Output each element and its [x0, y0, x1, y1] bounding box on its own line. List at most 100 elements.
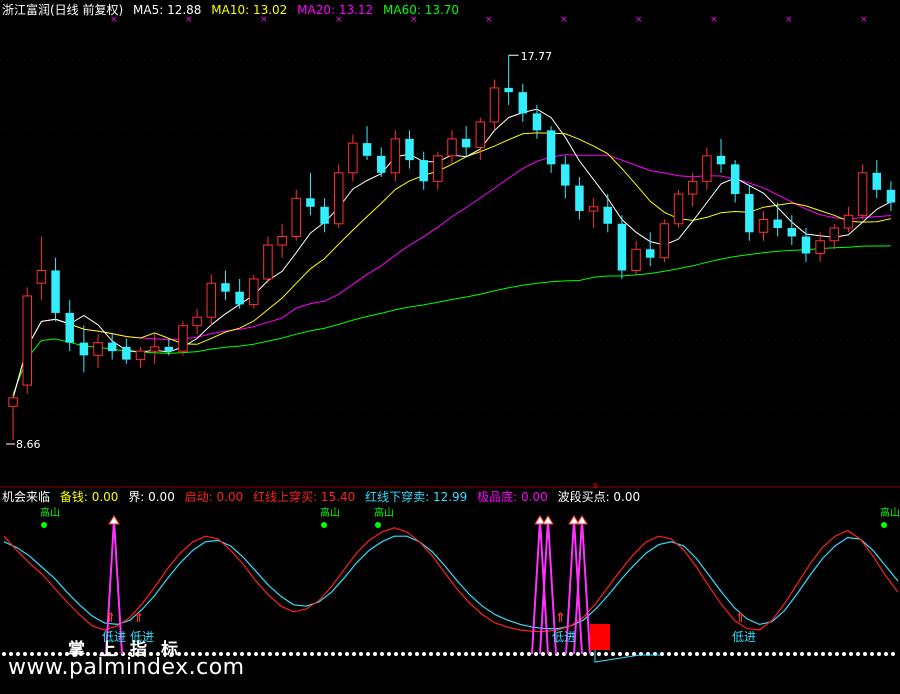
- candle: [376, 147, 386, 178]
- peak-label: 高山: [320, 506, 340, 519]
- peak-dot: [321, 522, 327, 528]
- baseline-dot: [373, 652, 377, 656]
- ma60-legend: MA60: 13.70: [383, 3, 460, 17]
- candle-body-down: [65, 312, 74, 343]
- chart-canvas: 17.778.66× × × × × × × × × × × 高山 高山 高山 高山⇑低进⇑低进⇑低进⇑低…: [0, 15, 900, 663]
- candle-body-down: [603, 206, 612, 224]
- baseline-dot: [800, 652, 804, 656]
- baseline-dot: [688, 652, 692, 656]
- high-price-label: 17.77: [521, 50, 553, 63]
- candle-body-down: [716, 155, 726, 165]
- candlestick-series: [8, 55, 896, 441]
- baseline-dot: [380, 652, 384, 656]
- candle-body-up: [135, 350, 146, 361]
- baseline-dot: [499, 652, 503, 656]
- candle: [475, 117, 486, 161]
- baseline-dot: [842, 652, 846, 656]
- peak-label: 高山: [374, 506, 394, 519]
- candle: [8, 393, 18, 441]
- candle: [79, 325, 89, 373]
- candle: [93, 334, 103, 369]
- baseline-dot: [674, 652, 678, 656]
- candle-body-up: [489, 87, 500, 123]
- candle-body-up: [433, 155, 443, 182]
- candle: [249, 274, 259, 309]
- baseline-dot: [583, 652, 587, 656]
- candle: [447, 130, 457, 165]
- candle-body-down: [532, 113, 542, 131]
- candle: [178, 321, 188, 356]
- candle-body-up: [829, 227, 840, 242]
- candle-body-down: [561, 164, 570, 186]
- baseline-dot: [457, 652, 461, 656]
- baseline-dot: [2, 652, 6, 656]
- ma10-legend: MA10: 13.02: [211, 3, 288, 17]
- baseline-dot: [772, 652, 776, 656]
- baseline-dot: [520, 652, 524, 656]
- candle-body-up: [588, 206, 599, 212]
- candle-body-down: [575, 185, 584, 212]
- signal-trace: [594, 650, 660, 663]
- baseline-dot: [387, 652, 391, 656]
- baseline-dot: [877, 652, 881, 656]
- grid-layer: [0, 59, 900, 488]
- candle-body-down: [730, 164, 740, 195]
- baseline-dot: [408, 652, 412, 656]
- candle-body-down: [617, 223, 627, 271]
- candle: [631, 240, 641, 275]
- baseline-dot: [471, 652, 475, 656]
- buy-arrow-icon: ⇑: [555, 611, 566, 626]
- baseline-dot: [814, 652, 818, 656]
- candle: [320, 198, 329, 233]
- top-marker-icon: ×: [710, 15, 718, 25]
- candle-body-up: [447, 138, 457, 157]
- top-marker-icon: ×: [560, 15, 568, 25]
- candle: [716, 138, 726, 173]
- baseline-dot: [534, 652, 538, 656]
- candle-body-down: [787, 228, 797, 237]
- watermark-url: www.palmindex.com: [8, 655, 245, 680]
- baseline-dot: [793, 652, 797, 656]
- candle-body-down: [546, 130, 556, 165]
- candle: [603, 194, 612, 233]
- candle: [206, 274, 217, 326]
- baseline-dot: [492, 652, 496, 656]
- candle: [801, 228, 811, 262]
- baseline-dot: [786, 652, 790, 656]
- candle: [773, 202, 782, 237]
- peak-dot: [881, 522, 887, 528]
- candle: [333, 164, 344, 229]
- candle: [745, 185, 754, 241]
- candle-body-up: [673, 193, 684, 225]
- candle-body-down: [405, 138, 414, 161]
- baseline-dot: [758, 652, 762, 656]
- baseline-dot: [478, 652, 482, 656]
- candle-body-up: [36, 269, 47, 284]
- baseline-dot: [464, 652, 468, 656]
- candle-body-down: [320, 206, 329, 224]
- price-labels: 17.778.66× × × × × × × × × × ×: [6, 15, 868, 451]
- baseline-dot: [401, 652, 405, 656]
- baseline-dot: [569, 652, 573, 656]
- candle-body-up: [815, 240, 825, 254]
- low-price-label: 8.66: [16, 438, 41, 451]
- boduan-legend: 波段买点: 0.00: [557, 490, 641, 504]
- candle: [419, 151, 428, 190]
- beiqian-legend: 备钱: 0.00: [59, 490, 119, 504]
- candle-body-down: [801, 236, 811, 254]
- baseline-dot: [807, 652, 811, 656]
- baseline-dot: [660, 652, 664, 656]
- baseline-dot: [702, 652, 706, 656]
- baseline-dot: [247, 652, 251, 656]
- candle-body-down: [107, 342, 117, 352]
- candle: [829, 223, 840, 250]
- candle-body-up: [659, 223, 670, 259]
- candle: [843, 206, 854, 233]
- candle-body-down: [886, 189, 896, 203]
- baseline-dot: [359, 652, 363, 656]
- baseline-dot: [828, 652, 832, 656]
- spike-line: [531, 519, 549, 655]
- jipindi-legend: 极品底: 0.00: [477, 490, 548, 504]
- baseline-dot: [422, 652, 426, 656]
- candle: [546, 126, 556, 173]
